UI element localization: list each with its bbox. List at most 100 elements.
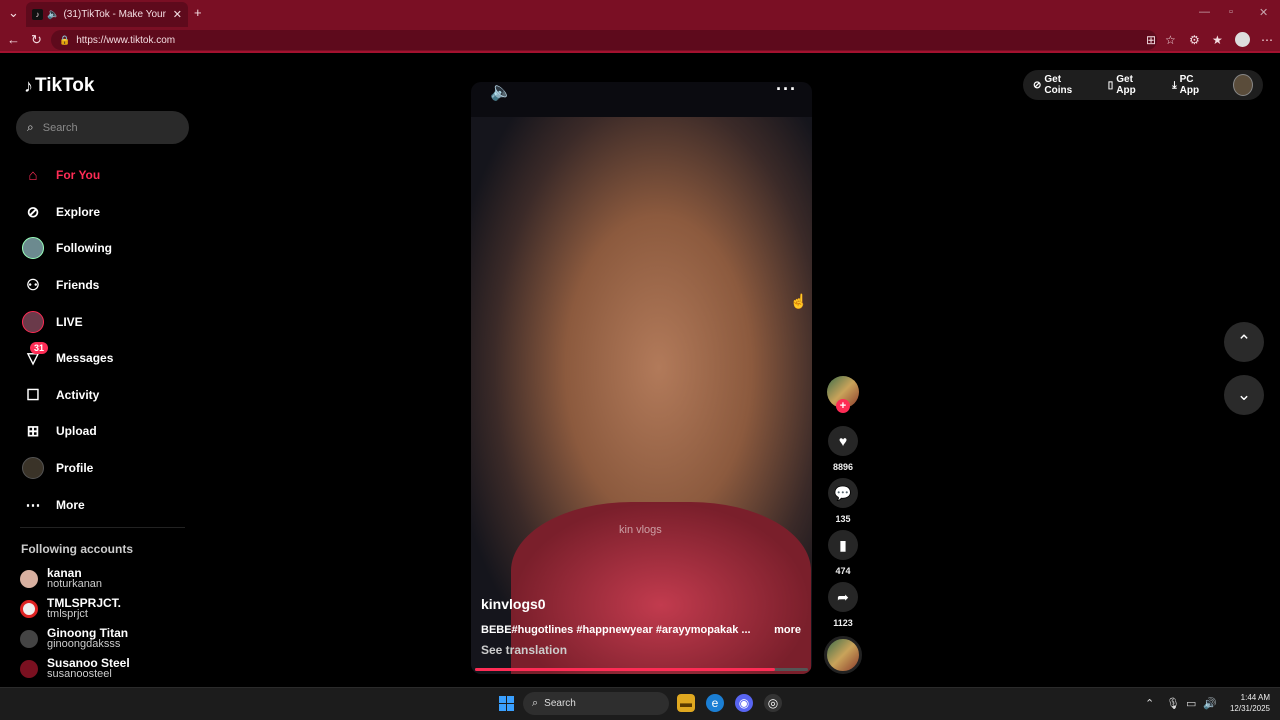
follow-plus-icon[interactable]: + [836, 399, 850, 413]
sidebar-item-label: Activity [56, 387, 100, 402]
following-account-item[interactable]: Ginoong Titan ginoongdaksss [20, 624, 190, 654]
volume-icon[interactable]: 🔈 [490, 81, 512, 102]
description-more-button[interactable]: more [774, 624, 801, 636]
video-player[interactable]: kin vlogs [471, 82, 812, 674]
account-avatar [20, 630, 38, 648]
new-tab-icon[interactable]: + [194, 5, 202, 20]
discord-icon[interactable]: ◉ [735, 694, 753, 712]
top-actions-bar: ⊘ Get Coins ▯ Get App ⤓ PC App [1023, 70, 1263, 100]
extensions-icon[interactable]: ⚙ [1189, 33, 1200, 47]
comment-button[interactable]: 💬 135 [828, 478, 858, 524]
video-options-icon[interactable]: ··· [776, 79, 797, 100]
video-description: BEBE#hugotlines #happnewyear #arayymopak… [481, 624, 811, 636]
audio-playing-icon[interactable]: 🔈 [47, 9, 59, 20]
pc-app-button[interactable]: ⤓ PC App [1172, 74, 1221, 96]
sidebar-item-friends[interactable]: ⚇ Friends [20, 267, 190, 304]
sidebar-item-more[interactable]: ⋯ More [20, 486, 190, 523]
microphone-icon[interactable]: 🎙 [1166, 697, 1180, 710]
edge-browser-icon[interactable]: e [706, 694, 724, 712]
coin-icon: ⊘ [1033, 79, 1042, 91]
sidebar-item-for-you[interactable]: ⌂ For You [20, 157, 190, 194]
tray-chevron-icon[interactable]: ⌃ [1145, 697, 1154, 710]
sidebar-item-explore[interactable]: ⊘ Explore [20, 194, 190, 231]
maximize-icon[interactable]: ▫ [1229, 6, 1233, 18]
video-description-text: BEBE#hugotlines #happnewyear #arayymopak… [481, 624, 751, 636]
sidebar-item-upload[interactable]: ⊞ Upload [20, 413, 190, 450]
user-avatar[interactable] [1233, 74, 1253, 96]
sidebar-item-label: LIVE [56, 314, 83, 329]
see-translation-link[interactable]: See translation [481, 643, 567, 657]
video-watermark: kin vlogs [619, 524, 662, 536]
next-video-button[interactable]: ⌄ [1224, 375, 1264, 415]
sidebar-item-messages[interactable]: ▽ 31 Messages [20, 340, 190, 377]
chrome-icon[interactable]: ◎ [764, 694, 782, 712]
mouse-cursor-icon: ☝ [790, 293, 808, 309]
music-disc[interactable] [824, 636, 862, 674]
account-avatar [20, 660, 38, 678]
tiktok-favicon-icon: ♪ [32, 9, 43, 20]
save-button[interactable]: ▮ 474 [828, 530, 858, 576]
minimize-icon[interactable]: — [1199, 6, 1210, 18]
sidebar-item-activity[interactable]: ☐ Activity [20, 377, 190, 414]
browser-tab[interactable]: ♪ 🔈 (31)TikTok - Make Your Day ✕ [26, 2, 188, 27]
windows-start-icon[interactable] [499, 696, 514, 711]
comment-icon: 💬 [828, 478, 858, 508]
account-username: susanoosteel [47, 668, 112, 680]
like-count: 8896 [832, 462, 854, 472]
tiktok-page: ♪ TikTok ⌕ Search ⌂ For You ⊘ Explore Fo… [4, 55, 1276, 685]
favorites-icon[interactable]: ★ [1212, 33, 1223, 47]
network-icon[interactable]: ▭ [1186, 697, 1196, 710]
save-count: 474 [835, 566, 851, 576]
following-avatar [20, 237, 46, 260]
speaker-icon[interactable]: 🔊 [1203, 697, 1217, 710]
url-field[interactable]: 🔒 https://www.tiktok.com [51, 30, 1157, 50]
sidebar-item-live[interactable]: LIVE [20, 303, 190, 340]
search-input[interactable]: ⌕ Search [16, 111, 189, 144]
account-username: tmlsprjct [47, 608, 88, 620]
bookmark-icon: ▮ [828, 530, 858, 560]
get-app-button[interactable]: ▯ Get App [1108, 74, 1160, 96]
browser-profile-avatar[interactable] [1235, 32, 1250, 47]
tiktok-logo[interactable]: ♪ TikTok [24, 75, 94, 97]
following-accounts-list: kanan noturkanan TMLSPRJCT. tmlsprjct Gino… [20, 564, 190, 684]
close-tab-icon[interactable]: ✕ [173, 8, 182, 21]
download-icon: ⤓ [1172, 79, 1177, 91]
video-progress-bar[interactable] [475, 668, 808, 671]
previous-video-button[interactable]: ⌃ [1224, 322, 1264, 362]
share-icon: ➦ [828, 582, 858, 612]
sidebar-item-following[interactable]: Following [20, 230, 190, 267]
refresh-icon[interactable]: ↻ [31, 32, 42, 48]
following-account-item[interactable]: kanan noturkanan [20, 564, 190, 594]
taskbar-search[interactable]: ⌕ Search [523, 692, 669, 715]
tab-list-icon[interactable]: ⌄ [8, 5, 19, 21]
video-author[interactable]: kinvlogs0 [481, 596, 546, 612]
close-window-icon[interactable]: ✕ [1259, 6, 1268, 19]
lock-icon[interactable]: 🔒 [59, 35, 70, 46]
share-count: 1123 [833, 618, 853, 628]
logo-text: TikTok [35, 75, 95, 96]
video-progress-fill [475, 668, 775, 671]
following-account-item[interactable]: TMLSPRJCT. tmlsprjct [20, 594, 190, 624]
get-app-label: Get App [1116, 74, 1136, 96]
messages-icon: ▽ 31 [20, 342, 49, 368]
share-button[interactable]: ➦ 1123 [828, 582, 858, 628]
clock-time: 1:44 AM [1240, 693, 1270, 702]
following-accounts-title: Following accounts [21, 542, 134, 556]
sidebar-item-profile[interactable]: Profile [20, 450, 190, 487]
compass-icon: ⊘ [26, 203, 40, 221]
profile-avatar [20, 457, 46, 480]
more-icon: ⋯ [25, 496, 41, 514]
app-available-icon[interactable]: ⊞ [1146, 33, 1156, 47]
chevron-up-icon: ⌃ [1236, 332, 1252, 351]
following-account-item[interactable]: Susanoo Steel susanoosteel [20, 654, 190, 684]
browser-menu-icon[interactable]: ⋯ [1261, 33, 1273, 47]
upload-icon: ⊞ [26, 423, 40, 441]
back-icon[interactable]: ← [7, 32, 20, 47]
file-explorer-icon[interactable]: ▬ [677, 694, 695, 712]
browser-tab-bar: ⌄ ♪ 🔈 (31)TikTok - Make Your Day ✕ + — ▫… [0, 0, 1280, 27]
phone-icon: ▯ [1107, 79, 1114, 91]
like-button[interactable]: ♥ 8896 [828, 426, 858, 472]
taskbar-clock[interactable]: 1:44 AM 12/31/2025 [1224, 692, 1270, 714]
favorite-star-icon[interactable]: ☆ [1165, 33, 1176, 47]
get-coins-button[interactable]: ⊘ Get Coins [1033, 74, 1096, 96]
